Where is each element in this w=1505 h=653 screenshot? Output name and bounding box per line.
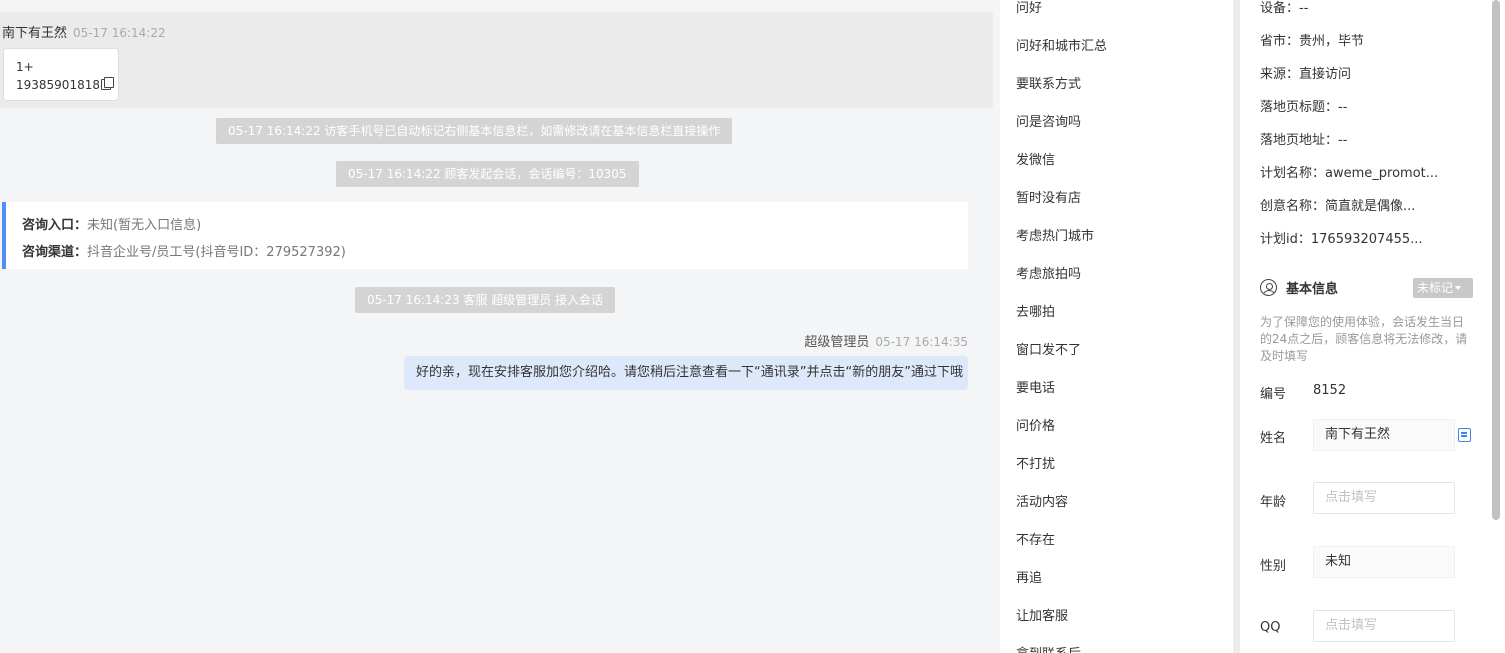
age-input[interactable]: 点击填写	[1313, 482, 1455, 514]
quick-reply-item[interactable]: 要电话	[1016, 377, 1055, 396]
entry-info-card: 咨询入口：未知(暂无入口信息) 咨询渠道：抖音企业号/员工号(抖音号ID：279…	[2, 202, 968, 269]
qq-input[interactable]: 点击填写	[1313, 610, 1455, 642]
agent-message: 好的亲，现在安排客服加您介绍哈。请您稍后注意查看一下“通讯录”并点击“新的朋友”…	[404, 356, 968, 390]
gender-field[interactable]: 未知	[1313, 546, 1455, 578]
info-province-city: 省市：贵州，毕节	[1260, 34, 1365, 49]
quick-reply-item[interactable]: 暂时没有店	[1016, 187, 1081, 206]
channel-value: 抖音企业号/员工号(抖音号ID：279527392)	[87, 245, 346, 260]
name-field[interactable]: 南下有王然	[1313, 419, 1455, 451]
quick-reply-item[interactable]: 发微信	[1016, 149, 1055, 168]
agent-time: 05-17 16:14:35	[875, 335, 968, 349]
quick-reply-item[interactable]: 活动内容	[1016, 491, 1068, 510]
gender-label: 性别	[1260, 559, 1287, 574]
quick-reply-item[interactable]: 问好和城市汇总	[1016, 35, 1107, 54]
customer-info-panel: 设备：-- 省市：贵州，毕节 来源：直接访问 落地页标题：-- 落地页地址：--…	[1240, 0, 1505, 653]
visitor-header: 南下有王然 05-17 16:14:22	[2, 22, 166, 41]
quick-reply-item[interactable]: 不打扰	[1016, 453, 1055, 472]
phone-card: 1+ 19385901818	[3, 48, 119, 101]
visitor-message: 南下有王然 05-17 16:14:22 1+ 19385901818	[0, 12, 993, 108]
phone-number: 19385901818	[16, 78, 100, 92]
edit-note-icon[interactable]	[1458, 428, 1471, 442]
quick-reply-item[interactable]: 问好	[1016, 0, 1042, 16]
quick-reply-item[interactable]: 问是咨询吗	[1016, 111, 1081, 130]
info-creative-name: 创意名称：简直就是偶像...	[1260, 199, 1416, 214]
tag-dropdown[interactable]: 未标记	[1413, 278, 1473, 298]
info-landing-title: 落地页标题：--	[1260, 100, 1348, 115]
info-source: 来源：直接访问	[1260, 67, 1352, 82]
id-label: 编号	[1260, 387, 1287, 402]
qq-label: QQ	[1260, 620, 1281, 635]
info-landing-url: 落地页地址：--	[1260, 133, 1348, 148]
system-message: 05-17 16:14:23 客服 超级管理员 接入会话	[355, 287, 616, 313]
entry-value: 未知(暂无入口信息)	[87, 218, 202, 233]
quick-reply-item[interactable]: 考虑热门城市	[1016, 225, 1094, 244]
quick-reply-item[interactable]: 考虑旅拍吗	[1016, 263, 1081, 282]
agent-name: 超级管理员	[804, 335, 870, 350]
visitor-name: 南下有王然	[2, 26, 68, 41]
name-label: 姓名	[1260, 431, 1287, 446]
quick-reply-item[interactable]: 让加客服	[1016, 605, 1068, 624]
quick-reply-item[interactable]: 再追	[1016, 567, 1042, 586]
caret-down-icon	[1455, 286, 1462, 290]
chat-pane: 南下有王然 05-17 16:14:22 1+ 19385901818 05-17…	[0, 0, 1000, 653]
info-device: 设备：--	[1260, 1, 1309, 16]
channel-label: 咨询渠道：	[22, 245, 88, 260]
user-circle-icon	[1260, 279, 1277, 296]
quick-reply-item[interactable]: 窗口发不了	[1016, 339, 1081, 358]
quick-reply-item[interactable]: 去哪拍	[1016, 301, 1055, 320]
quick-reply-item[interactable]: 不存在	[1016, 529, 1055, 548]
visitor-time: 05-17 16:14:22	[73, 26, 166, 40]
entry-label: 咨询入口：	[22, 218, 88, 233]
agent-header: 超级管理员 05-17 16:14:35	[804, 331, 968, 350]
panel-divider[interactable]	[1233, 0, 1240, 653]
phone-prefix: 1+	[16, 60, 34, 74]
basic-info-title: 基本信息	[1260, 278, 1338, 297]
quick-reply-item[interactable]: 拿到联系后	[1016, 643, 1081, 653]
info-scrollbar[interactable]	[1492, 0, 1500, 520]
edit-notice: 为了保障您的使用体验，会话发生当日的24点之后，顾客信息将无法修改，请及时填写	[1260, 315, 1468, 363]
age-label: 年龄	[1260, 495, 1287, 510]
info-plan-id: 计划id：176593207455...	[1260, 232, 1423, 247]
info-plan-name: 计划名称：aweme_promot...	[1260, 166, 1439, 181]
system-message: 05-17 16:14:22 顾客发起会话，会话编号：10305	[336, 161, 639, 187]
quick-reply-list: 问好 问好和城市汇总 要联系方式 问是咨询吗 发微信 暂时没有店 考虑热门城市 …	[1000, 0, 1233, 653]
system-message: 05-17 16:14:22 访客手机号已自动标记右侧基本信息栏，如需修改请在基…	[216, 118, 733, 144]
id-value: 8152	[1313, 383, 1347, 398]
copy-icon[interactable]	[100, 77, 114, 90]
quick-reply-item[interactable]: 要联系方式	[1016, 73, 1081, 92]
quick-reply-item[interactable]: 问价格	[1016, 415, 1055, 434]
